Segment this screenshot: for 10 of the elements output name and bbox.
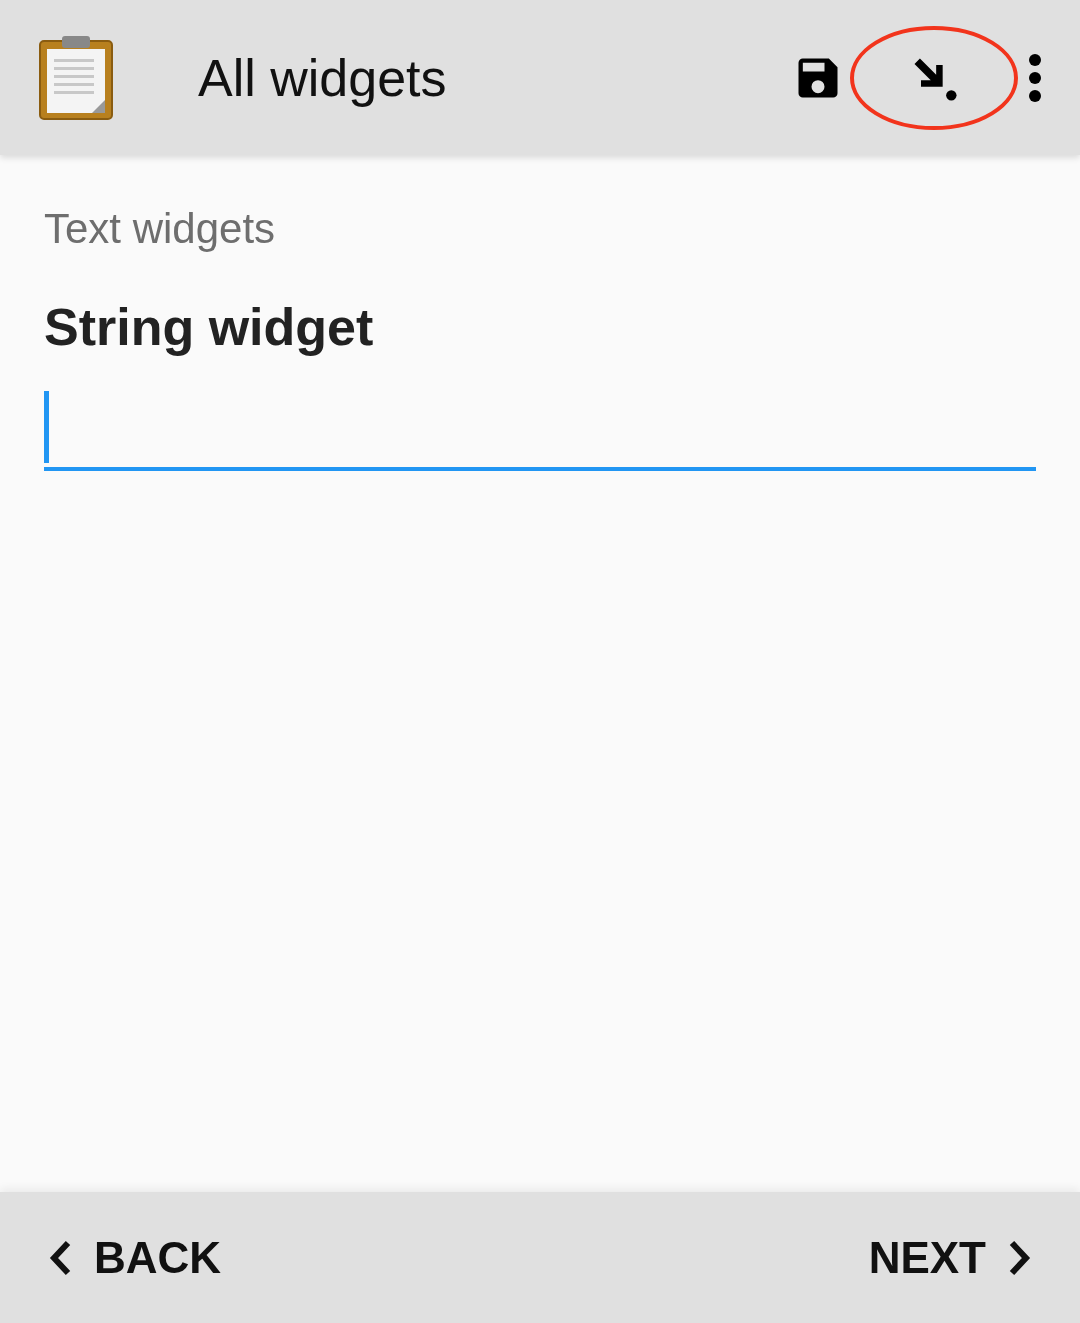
text-cursor xyxy=(44,391,49,463)
next-button[interactable]: NEXT xyxy=(868,1232,1032,1283)
group-label: Text widgets xyxy=(44,205,276,253)
app-title: All widgets xyxy=(198,47,448,108)
chevron-right-icon xyxy=(1008,1239,1032,1276)
clipboard-icon xyxy=(38,34,114,121)
back-button[interactable]: BACK xyxy=(48,1232,222,1283)
chevron-left-icon xyxy=(48,1239,72,1276)
menu-icon xyxy=(1027,53,1043,102)
question-label: String widget xyxy=(44,297,374,357)
